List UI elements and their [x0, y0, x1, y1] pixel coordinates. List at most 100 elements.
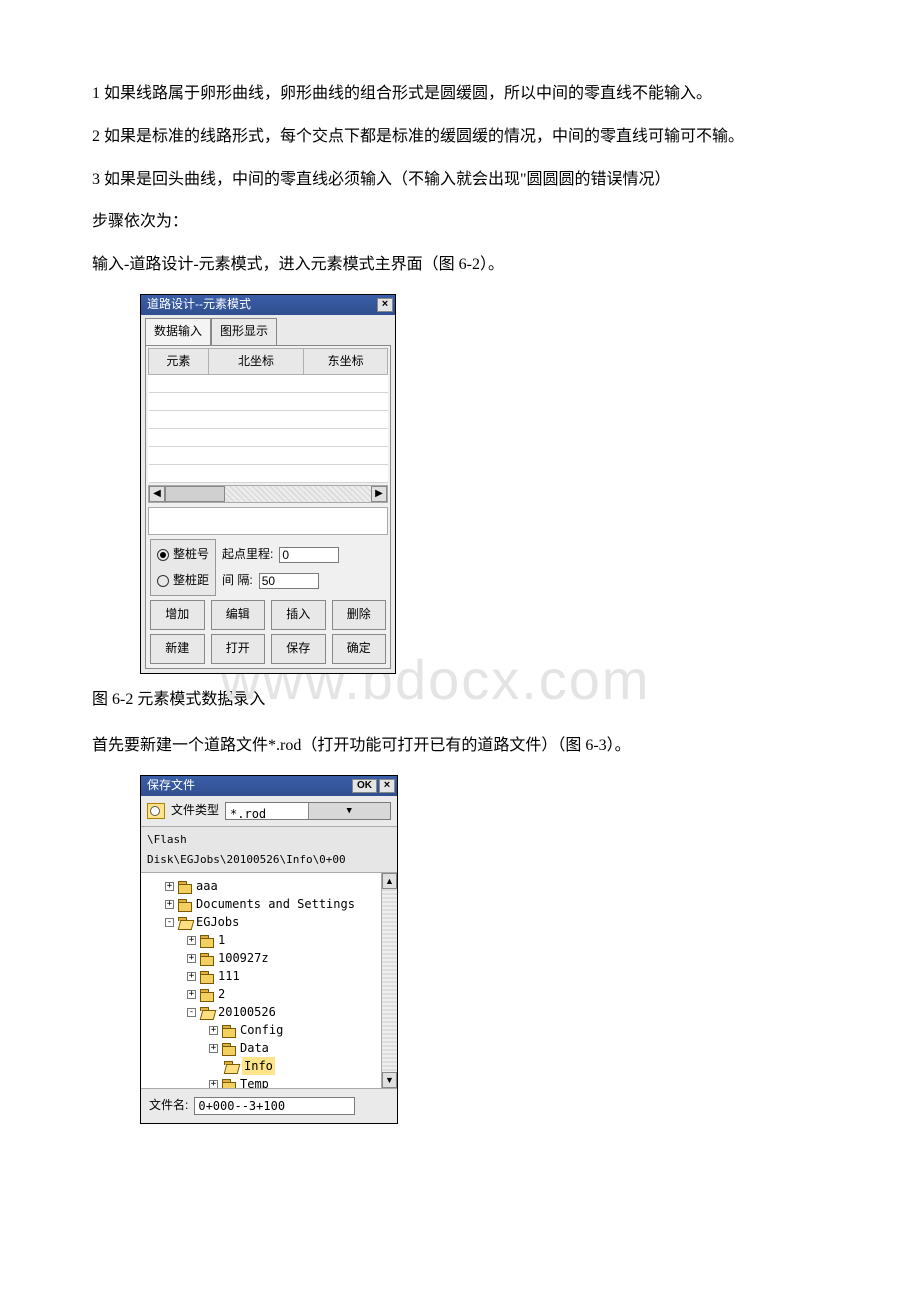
ok-titlebar-button[interactable]: OK: [352, 779, 377, 793]
path-display: \Flash Disk\EGJobs\20100526\Info\0+00: [141, 827, 397, 874]
start-mileage-input[interactable]: [279, 547, 339, 563]
collapse-icon[interactable]: -: [187, 1008, 196, 1017]
new-button[interactable]: 新建: [150, 634, 205, 664]
figure-caption-6-2: 图 6-2 元素模式数据录入: [60, 686, 860, 715]
expand-icon[interactable]: +: [187, 954, 196, 963]
expand-icon[interactable]: +: [187, 972, 196, 981]
tree-node[interactable]: +100927z: [147, 949, 375, 967]
tree-label: aaa: [196, 877, 218, 895]
table-row[interactable]: [149, 411, 388, 429]
tree-label: 100927z: [218, 949, 269, 967]
folder-icon: [222, 1043, 236, 1054]
expand-icon[interactable]: +: [209, 1044, 218, 1053]
save-file-dialog: 保存文件 OK × 文件类型 *.rod ▼ \Flash Disk\EGJob…: [140, 775, 398, 1124]
scroll-right-icon[interactable]: ▶: [371, 486, 387, 502]
paragraph-2: 2 如果是标准的线路形式，每个交点下都是标准的缓圆缓的情况，中间的零直线可输可不…: [60, 123, 860, 152]
tree-node[interactable]: +1: [147, 931, 375, 949]
tree-label: 2: [218, 985, 225, 1003]
tree-node[interactable]: - 20100526: [147, 1003, 375, 1021]
expand-icon[interactable]: +: [209, 1026, 218, 1035]
edit-button[interactable]: 编辑: [211, 600, 266, 630]
start-mileage-label: 起点里程:: [222, 544, 273, 566]
paragraph-3: 3 如果是回头曲线，中间的零直线必须输入（不输入就会出现"圆圆圆的错误情况）: [60, 166, 860, 195]
paragraph-5: 输入-道路设计-元素模式，进入元素模式主界面（图 6-2）。: [60, 251, 860, 280]
tree-content: +aaa +Documents and Settings -EGJobs +1 …: [141, 873, 381, 1088]
tree-node[interactable]: + aaa: [147, 877, 375, 895]
scroll-thumb[interactable]: [165, 486, 225, 502]
radio-icon: [157, 549, 169, 561]
horizontal-scrollbar[interactable]: ◀ ▶: [148, 485, 388, 503]
filename-row: 文件名:: [141, 1089, 397, 1123]
folder-icon: [178, 899, 192, 910]
tree-label: 111: [218, 967, 240, 985]
tree-label: Temp: [240, 1075, 269, 1088]
save-button[interactable]: 保存: [271, 634, 326, 664]
add-button[interactable]: 增加: [150, 600, 205, 630]
open-button[interactable]: 打开: [211, 634, 266, 664]
ok-button[interactable]: 确定: [332, 634, 387, 664]
delete-button[interactable]: 删除: [332, 600, 387, 630]
table-row[interactable]: [149, 429, 388, 447]
close-icon[interactable]: ×: [377, 298, 393, 312]
table-row[interactable]: [149, 465, 388, 483]
close-icon[interactable]: ×: [379, 779, 395, 793]
tab-graphic-display[interactable]: 图形显示: [211, 318, 277, 345]
tree-label-selected: Info: [242, 1057, 275, 1075]
folder-open-icon: [178, 917, 192, 928]
expand-icon[interactable]: +: [165, 900, 174, 909]
gap-label: 间 隔:: [222, 570, 253, 592]
tree-label: Documents and Settings: [196, 895, 355, 913]
expand-icon[interactable]: +: [209, 1080, 218, 1089]
folder-icon: [200, 935, 214, 946]
folder-icon: [222, 1025, 236, 1036]
tree-node[interactable]: +111: [147, 967, 375, 985]
folder-tree: +aaa +Documents and Settings -EGJobs +1 …: [141, 873, 397, 1089]
column-north[interactable]: 北坐标: [208, 348, 304, 375]
file-type-combo[interactable]: *.rod ▼: [225, 802, 391, 820]
tree-label: 20100526: [218, 1003, 276, 1021]
table-row[interactable]: [149, 447, 388, 465]
radio-icon: [157, 575, 169, 587]
tree-node[interactable]: + Temp: [147, 1075, 375, 1088]
tree-node[interactable]: -EGJobs: [147, 913, 375, 931]
vertical-scrollbar[interactable]: ▲ ▼: [381, 873, 397, 1088]
scroll-track[interactable]: [382, 889, 397, 1072]
element-grid[interactable]: 元素 北坐标 东坐标: [148, 348, 388, 484]
scroll-down-icon[interactable]: ▼: [382, 1072, 397, 1088]
expand-icon[interactable]: +: [187, 990, 196, 999]
scroll-track[interactable]: [165, 486, 371, 502]
file-type-value: *.rod: [226, 803, 308, 819]
column-element[interactable]: 元素: [149, 348, 209, 375]
radio-whole-stake-distance[interactable]: 整桩距: [157, 570, 209, 592]
info-box: [148, 507, 388, 535]
chevron-down-icon[interactable]: ▼: [308, 803, 391, 819]
tree-label: Config: [240, 1021, 283, 1039]
tree-node[interactable]: + Documents and Settings: [147, 895, 375, 913]
tab-data-input[interactable]: 数据输入: [145, 318, 211, 345]
radio-label: 整桩距: [173, 570, 209, 592]
insert-button[interactable]: 插入: [271, 600, 326, 630]
column-east[interactable]: 东坐标: [304, 348, 388, 375]
filename-input[interactable]: [194, 1097, 355, 1115]
tree-node[interactable]: + Config: [147, 1021, 375, 1039]
table-row[interactable]: [149, 375, 388, 393]
tree-node[interactable]: + Data: [147, 1039, 375, 1057]
gap-input[interactable]: [259, 573, 319, 589]
scroll-left-icon[interactable]: ◀: [149, 486, 165, 502]
folder-open-icon: [224, 1061, 238, 1072]
table-row[interactable]: [149, 393, 388, 411]
folder-icon: [200, 989, 214, 1000]
collapse-icon[interactable]: -: [165, 918, 174, 927]
tree-label: Data: [240, 1039, 269, 1057]
expand-icon[interactable]: +: [187, 936, 196, 945]
radio-whole-stake-number[interactable]: 整桩号: [157, 544, 209, 566]
button-row-2: 新建 打开 保存 确定: [150, 634, 386, 664]
radio-label: 整桩号: [173, 544, 209, 566]
expand-icon[interactable]: +: [165, 882, 174, 891]
tree-node[interactable]: Info: [147, 1057, 375, 1075]
paragraph-1: 1 如果线路属于卵形曲线，卵形曲线的组合形式是圆缓圆，所以中间的零直线不能输入。: [60, 80, 860, 109]
scroll-up-icon[interactable]: ▲: [382, 873, 397, 889]
folder-icon: [200, 953, 214, 964]
tree-node[interactable]: +2: [147, 985, 375, 1003]
search-icon[interactable]: [147, 803, 165, 819]
